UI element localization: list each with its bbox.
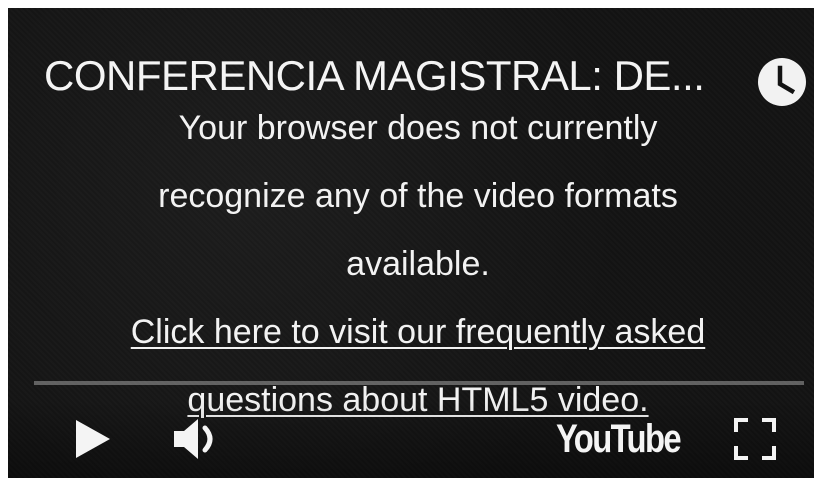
progress-bar[interactable] (34, 381, 804, 385)
play-button[interactable] (70, 414, 116, 464)
video-player[interactable]: CONFERENCIA MAGISTRAL: DE... Your browse… (8, 8, 814, 478)
fullscreen-button[interactable] (732, 416, 778, 462)
faq-link[interactable]: Click here to visit our frequently asked (131, 313, 705, 351)
error-line: available. (346, 245, 490, 283)
error-line: recognize any of the video formats (158, 177, 678, 215)
error-line: Your browser does not currently (178, 109, 658, 147)
play-icon (76, 420, 110, 458)
fullscreen-icon (734, 418, 776, 460)
control-bar: YouTube (8, 400, 814, 478)
volume-button[interactable] (168, 412, 228, 466)
volume-icon (174, 419, 213, 459)
youtube-logo[interactable]: YouTube (556, 414, 682, 464)
